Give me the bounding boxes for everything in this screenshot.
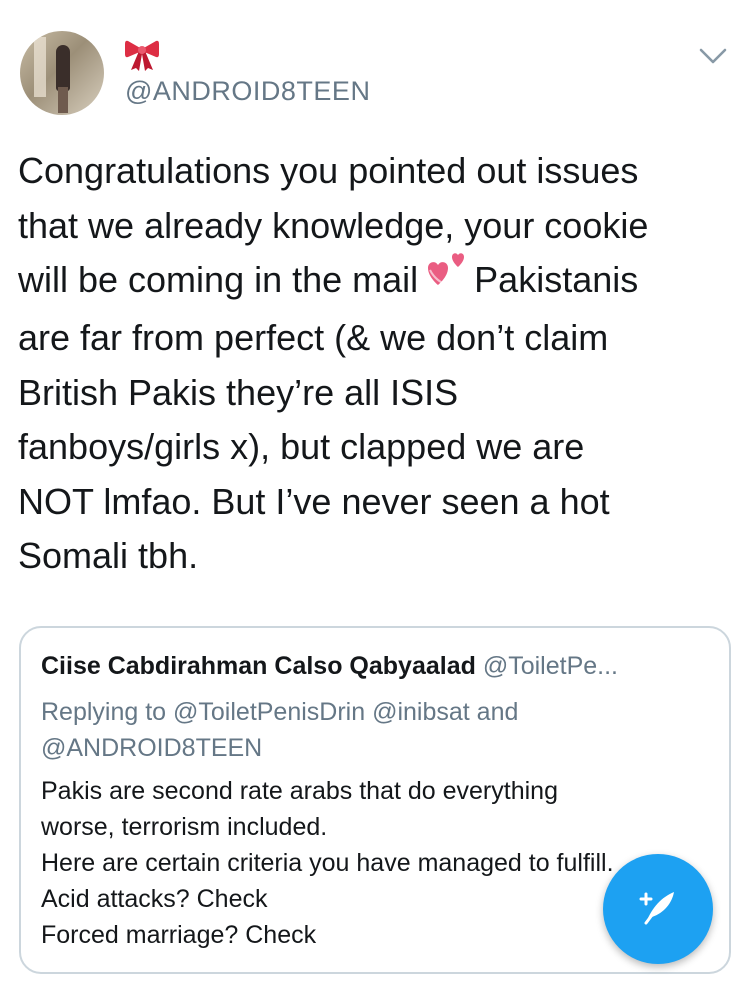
- tweet-line-part: Pakistanis: [474, 259, 639, 300]
- tweet-line-part: will be coming in the mail: [18, 259, 419, 300]
- avatar[interactable]: [20, 31, 104, 115]
- tweet-line: that we already knowledge, your cookie: [18, 204, 649, 246]
- avatar-mirror-shape: [34, 37, 46, 97]
- tweet-line: are far from perfect (& we don’t claim: [18, 317, 609, 359]
- replying-to-line: @ANDROID8TEEN: [41, 734, 263, 762]
- chevron-down-icon[interactable]: [699, 46, 727, 66]
- compose-tweet-button[interactable]: [603, 854, 713, 964]
- quoted-body-line: worse, terrorism included.: [41, 813, 328, 841]
- tweet-line: Congratulations you pointed out issues: [18, 150, 639, 191]
- tweet-text: Congratulations you pointed out issues t…: [18, 144, 734, 584]
- avatar-legs-shape: [58, 87, 68, 113]
- tweet-line: NOT lmfao. But I’ve never seen a hot: [18, 480, 610, 522]
- quoted-body-line: Pakis are second rate arabs that do ever…: [41, 777, 558, 805]
- author-handle[interactable]: @ANDROID8TEEN: [125, 76, 370, 107]
- two-hearts-icon: [420, 248, 470, 306]
- quoted-author-name: Ciise Cabdirahman Calso Qabyaalad: [41, 652, 476, 680]
- tweet-line: Somali tbh.: [18, 535, 199, 577]
- quoted-tweet-header: Ciise Cabdirahman Calso Qabyaalad @Toile…: [41, 652, 721, 681]
- tweet-line: will be coming in the mail Pakistanis: [18, 252, 734, 311]
- tweet-line: fanboys/girls x), but clapped we are: [18, 426, 585, 468]
- quoted-author-handle: @ToiletPe...: [482, 652, 618, 680]
- replying-to-line: Replying to @ToiletPenisDrin @inibsat an…: [41, 698, 519, 726]
- ribbon-icon: [125, 40, 159, 71]
- avatar-figure-shape: [56, 45, 70, 91]
- replying-to-text: Replying to @ToiletPenisDrin @inibsat an…: [41, 694, 681, 766]
- tweet-line: British Pakis they’re all ISIS: [18, 371, 459, 413]
- compose-feather-icon: [639, 892, 674, 925]
